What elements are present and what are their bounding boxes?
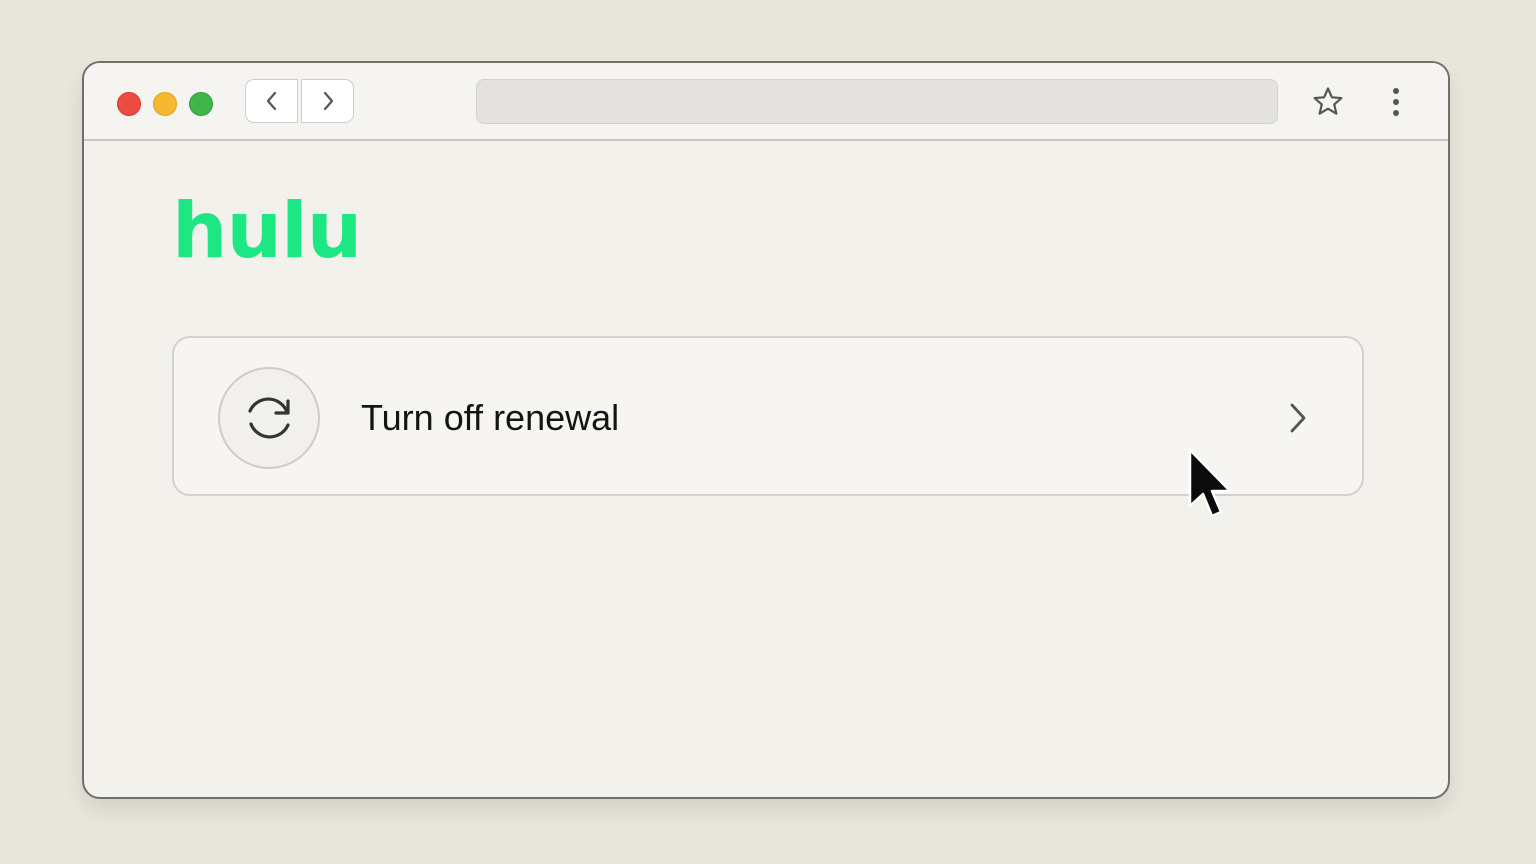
- window-minimize-button[interactable]: [153, 92, 177, 116]
- turn-off-renewal-button[interactable]: Turn off renewal: [172, 336, 1364, 496]
- window-close-button[interactable]: [117, 92, 141, 116]
- browser-menu-button[interactable]: [1384, 84, 1408, 120]
- page-content: hulu Turn off renewal: [84, 141, 1448, 797]
- window-maximize-button[interactable]: [189, 92, 213, 116]
- back-button[interactable]: [245, 79, 298, 123]
- chevron-right-icon: [323, 91, 333, 111]
- browser-toolbar: [84, 63, 1448, 141]
- hulu-logo[interactable]: hulu: [172, 199, 356, 263]
- star-icon: [1313, 87, 1343, 115]
- browser-window: hulu Turn off renewal: [82, 61, 1450, 799]
- renewal-icon-badge: [218, 367, 320, 469]
- logo-text: hulu: [172, 199, 356, 263]
- more-vertical-icon: [1393, 88, 1399, 116]
- chevron-right-icon: [1290, 403, 1306, 433]
- bookmark-button[interactable]: [1310, 84, 1346, 120]
- forward-button[interactable]: [301, 79, 354, 123]
- address-bar[interactable]: [476, 79, 1278, 124]
- refresh-icon: [248, 397, 290, 439]
- turn-off-renewal-label: Turn off renewal: [361, 397, 620, 438]
- chevron-left-icon: [266, 91, 276, 111]
